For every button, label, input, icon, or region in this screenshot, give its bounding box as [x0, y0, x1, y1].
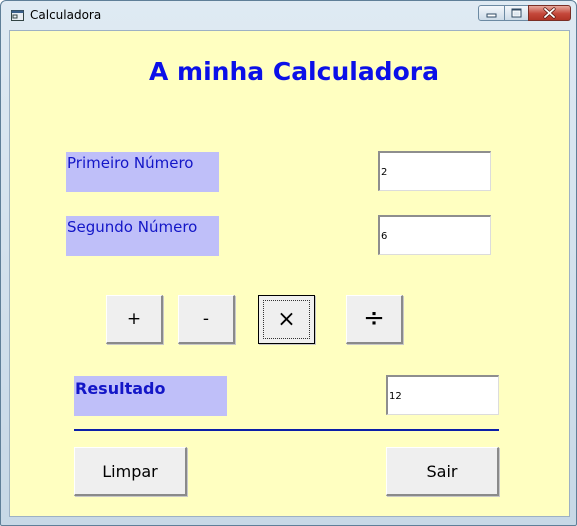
multiply-button[interactable]: ×: [258, 295, 315, 344]
result-label: Resultado: [74, 376, 227, 416]
exit-button[interactable]: Sair: [386, 447, 499, 496]
title-bar[interactable]: Calculadora: [1, 1, 576, 29]
clear-button[interactable]: Limpar: [74, 447, 187, 496]
close-button[interactable]: [528, 5, 571, 21]
second-number-input[interactable]: [378, 215, 491, 255]
window-title: Calculadora: [30, 8, 102, 22]
calculator-window-icon: [11, 10, 24, 21]
add-button[interactable]: +: [106, 295, 163, 344]
first-number-input[interactable]: [378, 151, 491, 191]
second-number-label: Segundo Número: [66, 216, 219, 256]
calculator-window: Calculadora A minha Calculadora Primeiro…: [0, 0, 577, 526]
maximize-icon: [511, 8, 522, 18]
subtract-button[interactable]: -: [178, 295, 235, 344]
close-icon: [543, 7, 556, 19]
divider-line: [74, 429, 499, 431]
form-area: A minha Calculadora Primeiro Número Segu…: [9, 30, 570, 517]
form-title: A minha Calculadora: [149, 57, 439, 86]
minimize-icon: [486, 13, 497, 18]
result-output[interactable]: [386, 375, 499, 415]
first-number-label: Primeiro Número: [66, 152, 219, 192]
divide-button[interactable]: ÷: [346, 295, 403, 344]
maximize-button[interactable]: [504, 5, 529, 21]
minimize-button[interactable]: [478, 5, 505, 21]
multiply-label: ×: [277, 307, 296, 332]
